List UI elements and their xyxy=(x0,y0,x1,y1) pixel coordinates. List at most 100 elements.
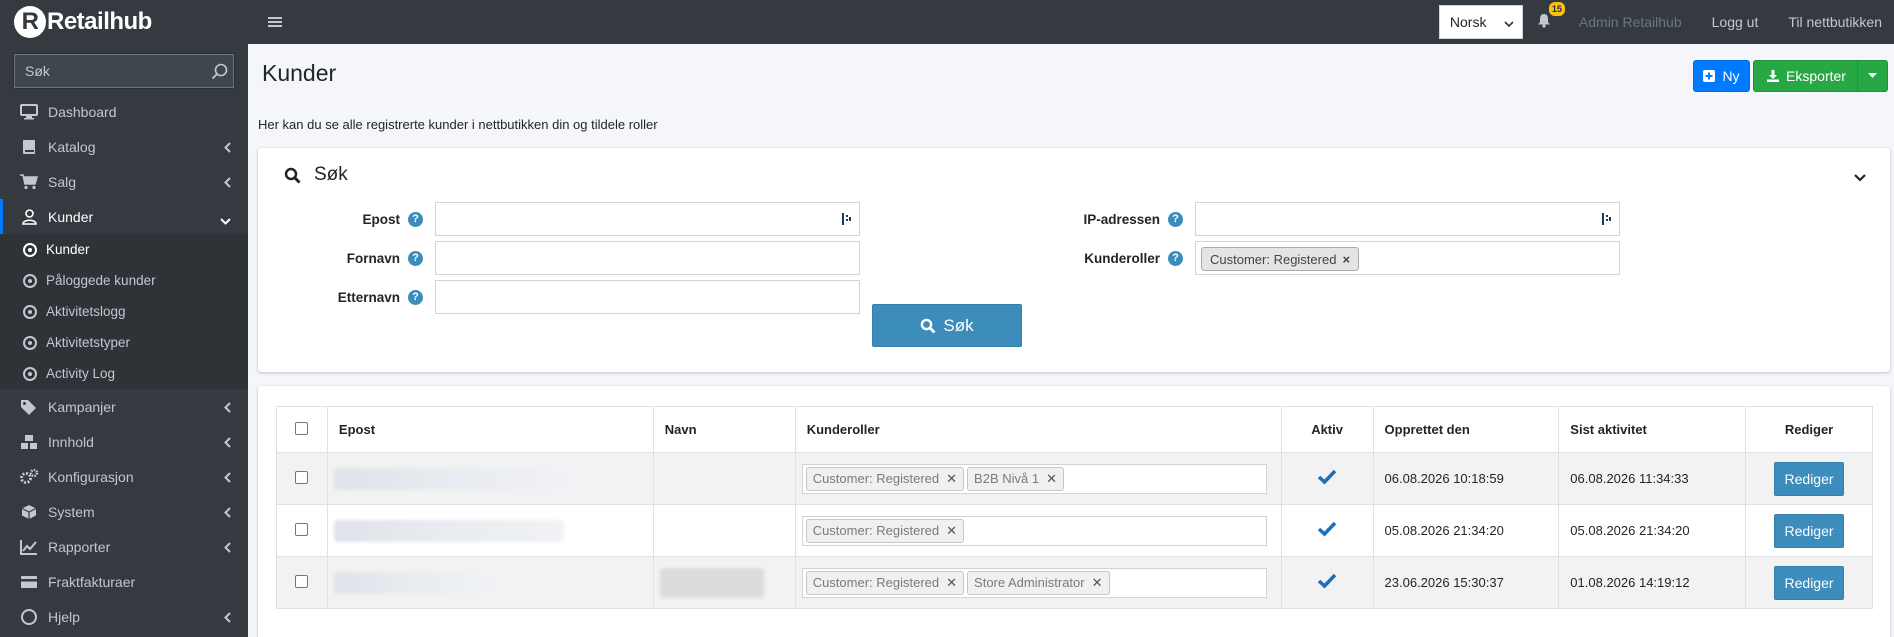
sidebar-item-label: System xyxy=(48,503,95,520)
roles-cell: Customer: Registered ✕ Store Administrato… xyxy=(794,556,1282,609)
gears-icon xyxy=(19,468,39,486)
created-cell: 06.08.2026 10:18:59 xyxy=(1372,452,1560,505)
new-button[interactable]: Ny xyxy=(1693,60,1750,92)
topbar: Norsk 15 Admin Retailhub Logg ut Til net… xyxy=(248,0,1894,44)
column-header-roles: Kunderoller xyxy=(794,406,1282,453)
user-name[interactable]: Admin Retailhub xyxy=(1579,14,1682,30)
sidebar-item-fraktfakturaer[interactable]: Fraktfakturaer xyxy=(0,564,248,599)
edit-button[interactable]: Rediger xyxy=(1774,513,1845,548)
help-icon[interactable]: ? xyxy=(1168,250,1183,266)
help-icon[interactable]: ? xyxy=(408,289,423,305)
remove-tag-icon[interactable]: ✕ xyxy=(1092,575,1103,591)
notifications[interactable]: 15 xyxy=(1537,2,1565,31)
last-activity-cell: 01.08.2026 14:19:12 xyxy=(1558,556,1747,609)
sidebar-item-konfigurasjon[interactable]: Konfigurasjon xyxy=(0,459,248,494)
roles-multiselect[interactable]: Customer: Registered ✕ xyxy=(801,515,1267,546)
help-icon[interactable]: ? xyxy=(408,250,423,266)
remove-tag-icon[interactable]: × xyxy=(1342,252,1350,267)
sidebar-subitem-activity-log[interactable]: Activity Log xyxy=(0,358,248,389)
created-cell: 05.08.2026 21:34:20 xyxy=(1372,504,1560,557)
email-field[interactable] xyxy=(435,202,860,236)
export-main[interactable]: Eksporter xyxy=(1754,61,1859,91)
remove-tag-icon[interactable]: ✕ xyxy=(1046,471,1057,487)
lastname-label: Etternavn xyxy=(337,289,400,305)
edit-button[interactable]: Rediger xyxy=(1774,461,1845,496)
help-icon[interactable]: ? xyxy=(1168,211,1183,227)
roles-multiselect[interactable]: Customer: Registered × xyxy=(1195,241,1620,275)
column-header-active[interactable]: Aktiv xyxy=(1280,406,1374,453)
sidebar-search-input[interactable] xyxy=(15,55,206,87)
brand[interactable]: R Retailhub xyxy=(0,0,248,44)
circle-icon xyxy=(23,335,37,350)
search-icon[interactable] xyxy=(206,63,233,80)
redacted-email xyxy=(333,467,576,490)
email-row: Epost ? xyxy=(258,202,860,236)
column-header-edit: Rediger xyxy=(1745,406,1873,453)
sidebar-item-rapporter[interactable]: Rapporter xyxy=(0,529,248,564)
search-button[interactable]: Søk xyxy=(872,304,1022,347)
remove-tag-icon[interactable]: ✕ xyxy=(946,471,957,487)
select-all-cell xyxy=(276,406,328,453)
chevron-left-icon xyxy=(224,505,231,521)
sidebar-item-kampanjer[interactable]: Kampanjer xyxy=(0,389,248,424)
column-header-name[interactable]: Navn xyxy=(652,406,796,453)
lastname-field[interactable] xyxy=(435,280,860,314)
cubes-icon xyxy=(19,433,39,451)
roles-multiselect[interactable]: Customer: Registered ✕ B2B Nivå 1 ✕ xyxy=(801,463,1267,494)
chevron-left-icon xyxy=(224,540,231,556)
sidebar-item-katalog[interactable]: Katalog xyxy=(0,129,248,164)
ip-field[interactable] xyxy=(1195,202,1620,236)
row-checkbox[interactable] xyxy=(295,470,309,484)
language-select[interactable]: Norsk xyxy=(1438,5,1523,39)
sidebar-item-system[interactable]: System xyxy=(0,494,248,529)
edit-button[interactable]: Rediger xyxy=(1774,565,1845,600)
help-icon xyxy=(19,608,39,626)
cart-icon xyxy=(19,173,39,191)
row-checkbox[interactable] xyxy=(295,522,309,536)
column-header-created[interactable]: Opprettet den xyxy=(1372,406,1560,453)
row-checkbox[interactable] xyxy=(295,574,309,588)
password-manager-icon[interactable] xyxy=(1601,212,1613,229)
ip-row: IP-adressen ? xyxy=(1018,202,1620,236)
book-icon xyxy=(19,138,39,156)
last-activity-cell: 06.08.2026 11:34:33 xyxy=(1558,452,1747,505)
sidebar-subitem-paloggede-kunder[interactable]: Påloggede kunder xyxy=(0,265,248,296)
roles-multiselect[interactable]: Customer: Registered ✕ Store Administrato… xyxy=(801,567,1267,598)
sidebar-item-label: Katalog xyxy=(48,138,96,155)
store-link[interactable]: Til nettbutikken xyxy=(1788,14,1882,30)
sidebar-item-hjelp[interactable]: Hjelp xyxy=(0,599,248,634)
export-button[interactable]: Eksporter xyxy=(1753,60,1888,92)
table-row: Customer: Registered ✕ B2B Nivå 1 ✕ 06.08.… xyxy=(276,452,1873,505)
sidebar-item-innhold[interactable]: Innhold xyxy=(0,424,248,459)
logout-link[interactable]: Logg ut xyxy=(1712,14,1759,30)
sidebar-item-kunder[interactable]: Kunder xyxy=(0,199,248,234)
sidebar-item-dashboard[interactable]: Dashboard xyxy=(0,94,248,129)
roles-label: Kunderoller xyxy=(1084,250,1160,266)
role-tag-label: Customer: Registered xyxy=(812,575,940,590)
remove-tag-icon[interactable]: ✕ xyxy=(946,523,957,539)
help-icon[interactable]: ? xyxy=(408,211,423,227)
table-row: Customer: Registered ✕ Store Administrato… xyxy=(276,556,1873,609)
hamburger-menu-icon[interactable] xyxy=(268,12,288,33)
sidebar-subitem-aktivitetslogg[interactable]: Aktivitetslogg xyxy=(0,296,248,327)
new-button-label: Ny xyxy=(1722,68,1740,84)
search-button-label: Søk xyxy=(943,315,974,335)
remove-tag-icon[interactable]: ✕ xyxy=(946,575,957,591)
sidebar-subitem-kunder[interactable]: Kunder xyxy=(0,234,248,265)
firstname-field[interactable] xyxy=(435,241,860,275)
brand-logo[interactable]: R Retailhub xyxy=(14,6,152,38)
select-all-checkbox[interactable] xyxy=(295,421,309,435)
sidebar-nav: Dashboard Katalog Salg Kunder Kunder Pål… xyxy=(0,94,248,634)
role-tag: Customer: Registered ✕ xyxy=(805,570,965,595)
column-header-last-activity[interactable]: Sist aktivitet xyxy=(1558,406,1747,453)
sidebar-item-salg[interactable]: Salg xyxy=(0,164,248,199)
password-manager-icon[interactable] xyxy=(841,212,853,229)
export-dropdown-toggle[interactable] xyxy=(1857,61,1887,91)
roles-cell: Customer: Registered ✕ xyxy=(794,504,1282,557)
column-header-email[interactable]: Epost xyxy=(326,406,654,453)
chevron-down-icon[interactable] xyxy=(1854,170,1866,185)
search-panel-header[interactable]: Søk xyxy=(284,164,348,186)
plus-square-icon xyxy=(1703,70,1716,82)
edit-cell: Rediger xyxy=(1745,556,1873,609)
sidebar-subitem-aktivitetstyper[interactable]: Aktivitetstyper xyxy=(0,327,248,358)
